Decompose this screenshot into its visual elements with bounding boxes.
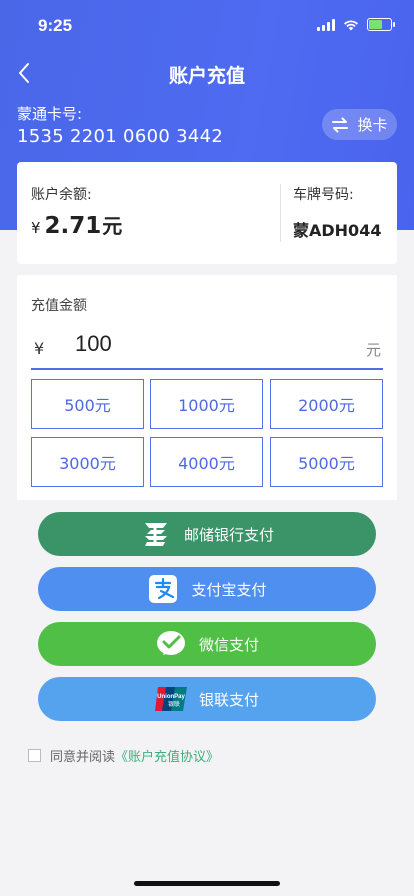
balance-unit: 元 [102, 214, 123, 238]
signal-icon [317, 18, 335, 31]
wechat-pay-label: 微信支付 [198, 635, 259, 654]
wifi-icon [344, 19, 358, 30]
card-number: 1535 2201 0600 3442 [17, 126, 224, 147]
unionpay-pay-label: 银联支付 [198, 690, 259, 709]
balance-card: 账户余额: ¥ 2.71 元 车牌号码: 蒙ADH044 [17, 162, 397, 264]
unionpay-logo-text-cn: 银联 [168, 700, 180, 708]
recharge-amount-input[interactable] [75, 331, 345, 357]
unionpay-pay-button[interactable]: UnionPay 银联 银联支付 [38, 677, 376, 721]
agreement-link[interactable]: 《账户充值协议》 [115, 750, 219, 765]
postal-savings-bank-icon [140, 518, 172, 550]
switch-card-label: 换卡 [357, 116, 388, 134]
amount-option-2000[interactable]: 2000元 [270, 379, 383, 429]
amount-option-1000[interactable]: 1000元 [150, 379, 263, 429]
wechat-pay-button[interactable]: 微信支付 [38, 622, 376, 666]
unionpay-logo-text: UnionPay [157, 694, 185, 700]
agreement-row: 同意并阅读《账户充值协议》 [28, 746, 219, 765]
postal-bank-pay-label: 邮储银行支付 [183, 525, 274, 544]
amount-option-3000[interactable]: 3000元 [31, 437, 144, 487]
recharge-currency: ¥ [34, 339, 45, 358]
amount-option-5000[interactable]: 5000元 [270, 437, 383, 487]
amount-option-4000[interactable]: 4000元 [150, 437, 263, 487]
plate-value: 蒙ADH044 [293, 221, 382, 240]
agreement-text: 同意并阅读 [50, 750, 116, 765]
swap-icon [332, 117, 349, 132]
plate-label: 车牌号码: [293, 187, 354, 203]
card-number-label: 蒙通卡号: [17, 105, 83, 123]
wechat-pay-icon [155, 628, 187, 660]
home-indicator [134, 881, 280, 886]
recharge-unit: 元 [366, 341, 382, 359]
status-bar: 9:25 [0, 0, 414, 50]
status-icons [317, 18, 395, 31]
amount-option-500[interactable]: 500元 [31, 379, 144, 429]
postal-bank-pay-button[interactable]: 邮储银行支付 [38, 512, 376, 556]
unionpay-icon: UnionPay 银联 [154, 683, 187, 715]
alipay-icon [147, 573, 179, 605]
balance-value: ¥ 2.71 元 [31, 210, 122, 239]
recharge-card: 充值金额 ¥ 元 500元 1000元 2000元 3000元 4000元 50… [17, 275, 397, 500]
status-time: 9:25 [38, 16, 73, 35]
balance-label: 账户余额: [31, 187, 92, 203]
switch-card-button[interactable]: 换卡 [322, 109, 397, 140]
alipay-pay-button[interactable]: 支付宝支付 [38, 567, 376, 611]
recharge-amount-label: 充值金额 [31, 298, 87, 314]
amount-input-underline [31, 368, 383, 370]
battery-icon [367, 18, 395, 31]
alipay-pay-label: 支付宝支付 [191, 580, 267, 599]
page-title: 账户充值 [168, 65, 245, 87]
balance-amount: 2.71 [44, 213, 102, 239]
balance-currency: ¥ [31, 219, 41, 237]
divider [280, 184, 281, 242]
agreement-checkbox[interactable] [28, 749, 41, 762]
